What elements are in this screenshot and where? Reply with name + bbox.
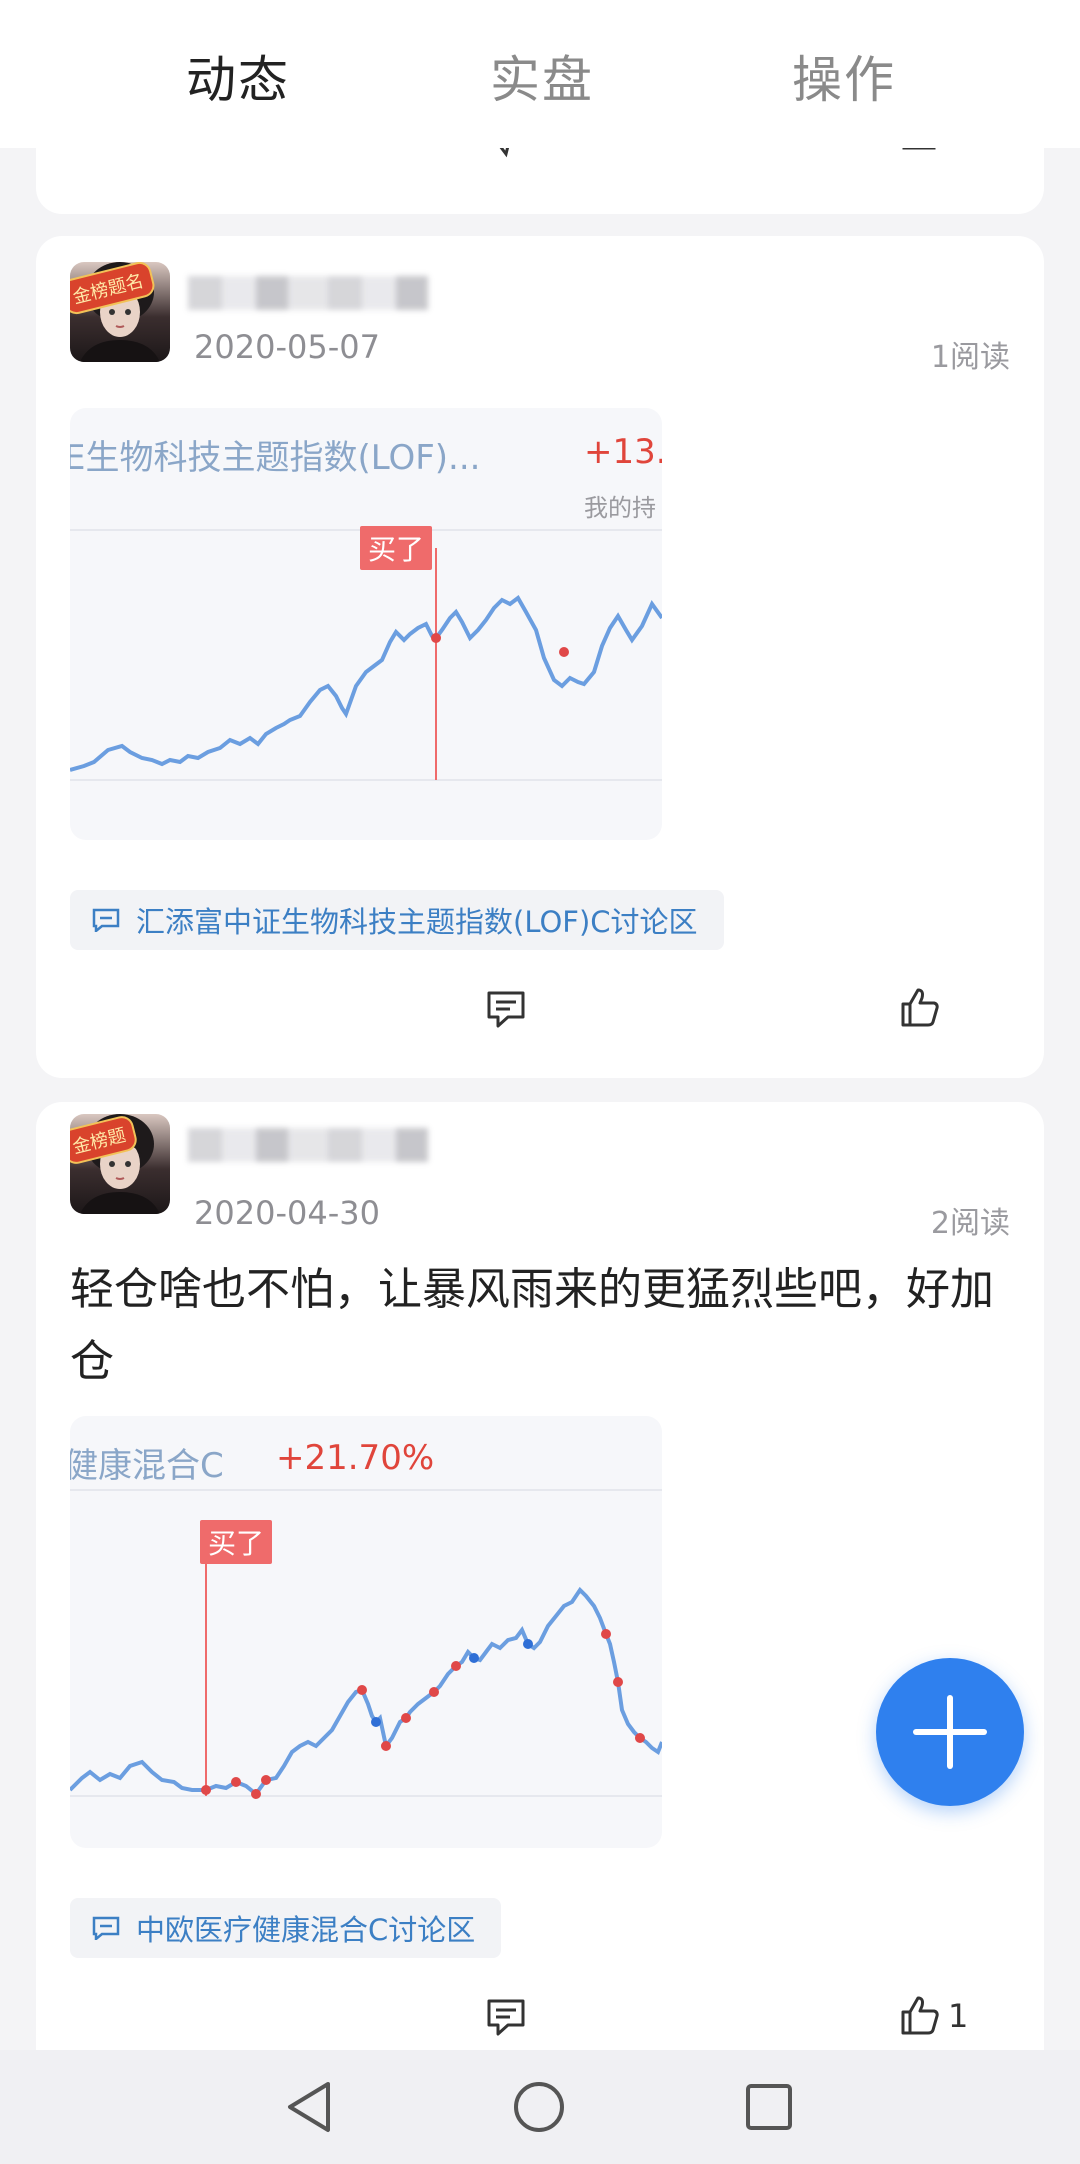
like-button[interactable] [900, 988, 948, 1028]
post-date: 2020-05-07 [194, 328, 380, 366]
top-tab-bar: 动态 实盘 操作 [0, 0, 1080, 148]
topic-label: 汇添富中证生物科技主题指数(LOF)C讨论区 [136, 905, 698, 939]
chart-change-percent: +13. [584, 432, 662, 472]
back-triangle-icon[interactable] [284, 2080, 334, 2134]
username-blurred[interactable] [188, 276, 428, 310]
comment-button[interactable] [486, 1998, 526, 2038]
like-count: 1 [948, 1997, 969, 2035]
tab-real-portfolio[interactable]: 实盘 [490, 40, 594, 112]
tab-operations[interactable]: 操作 [792, 40, 896, 112]
fund-chart-image[interactable]: E生物科技主题指数(LOF)... +13. 我的持 买了 [70, 408, 662, 840]
avatar[interactable]: 金榜题名 [70, 262, 170, 362]
topic-label: 中欧医疗健康混合C讨论区 [136, 1913, 476, 1947]
chart-fund-title: E生物科技主题指数(LOF)... [70, 438, 481, 478]
chart-subtitle: 我的持 [584, 494, 656, 522]
read-count: 1阅读 [930, 340, 1010, 375]
like-button[interactable]: 1 [900, 1996, 968, 2036]
thumbs-up-icon [901, 1996, 939, 2035]
thumbs-up-icon [901, 988, 939, 1027]
system-navigation-bar [0, 2050, 1080, 2164]
buy-marker-label: 买了 [200, 1520, 273, 1564]
avatar[interactable]: 金榜题 [70, 1114, 170, 1214]
username-blurred[interactable] [188, 1128, 428, 1162]
chart-fund-title: 健康混合C [70, 1446, 224, 1486]
post-card[interactable]: 金榜题 2020-04-30 2阅读 轻仓啥也不怕，让暴风雨来的更猛烈些吧，好加… [36, 1102, 1044, 2164]
fund-chart-image[interactable]: 健康混合C +21.70% 买了 [70, 1416, 662, 1848]
post-card[interactable]: 金榜题名 2020-05-07 1阅读 E生物科技主题指数(LOF)... +1… [36, 236, 1044, 1078]
recents-square-icon[interactable] [744, 2082, 794, 2132]
create-post-fab[interactable] [876, 1658, 1024, 1806]
discussion-topic-link[interactable]: 汇添富中证生物科技主题指数(LOF)C讨论区 [70, 890, 724, 950]
comment-icon [487, 991, 525, 1028]
message-square-icon [92, 1916, 120, 1940]
post-date: 2020-04-30 [194, 1194, 380, 1232]
chart-change-percent: +21.70% [276, 1438, 435, 1478]
read-count: 2阅读 [930, 1206, 1010, 1241]
tab-dynamics[interactable]: 动态 [186, 40, 290, 112]
discussion-topic-link[interactable]: 中欧医疗健康混合C讨论区 [70, 1898, 502, 1958]
comment-button[interactable] [486, 990, 526, 1030]
message-square-icon [92, 908, 120, 932]
post-text: 轻仓啥也不怕，让暴风雨来的更猛烈些吧，好加仓 [70, 1264, 994, 1387]
comment-icon [487, 1999, 525, 2036]
home-circle-icon[interactable] [512, 2080, 566, 2134]
buy-marker-label: 买了 [360, 526, 433, 570]
